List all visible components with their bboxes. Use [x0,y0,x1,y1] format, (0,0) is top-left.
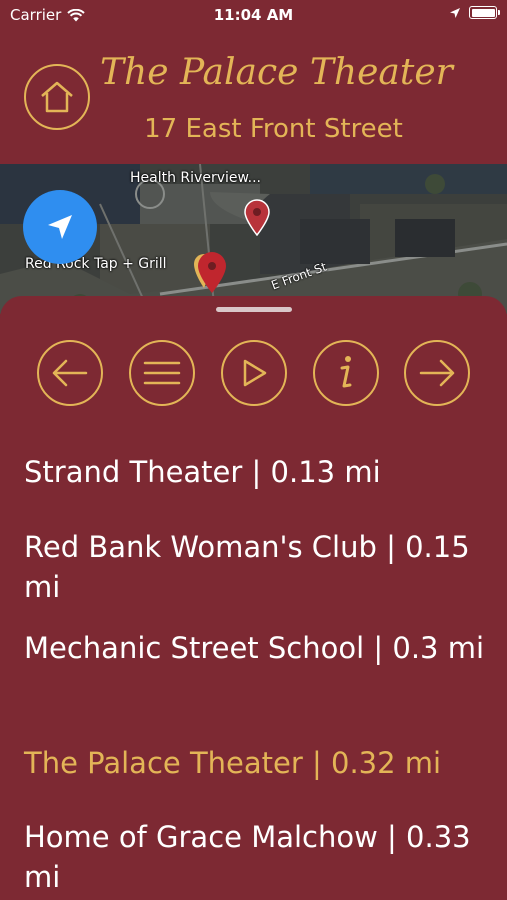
arrow-left-icon [52,359,88,387]
bottom-sheet: Strand Theater | 0.13 mi Red Bank Woman'… [0,296,507,900]
sheet-grabber[interactable] [216,307,292,312]
page-subtitle: 17 East Front Street [144,114,403,144]
play-icon [243,359,267,387]
map-pin-icon[interactable] [243,198,271,236]
locate-button[interactable] [23,190,97,264]
home-icon [41,81,73,113]
list-item-active[interactable]: The Palace Theater | 0.32 mi [24,743,494,783]
next-button[interactable] [404,340,470,406]
status-bar: Carrier 11:04 AM [0,0,507,30]
map-view[interactable]: Health Riverview... Red Rock Tap + Grill… [0,164,507,314]
play-button[interactable] [221,340,287,406]
map-pin-icon[interactable] [192,248,226,294]
list-item[interactable]: Strand Theater | 0.13 mi [24,452,494,492]
navigation-arrow-icon [48,215,72,239]
previous-button[interactable] [37,340,103,406]
list-button[interactable] [129,340,195,406]
player-controls [0,340,507,406]
map-label: Health Riverview... [130,170,261,186]
location-arrow-icon [450,7,460,18]
home-button[interactable] [24,64,90,130]
header: The Palace Theater 17 East Front Street [0,30,507,164]
list-item[interactable]: Red Bank Woman's Club | 0.15 mi [24,527,494,607]
arrow-right-icon [419,359,455,387]
info-icon [340,356,352,388]
list-item[interactable]: Mechanic Street School | 0.3 mi [24,628,494,668]
status-right [449,6,500,19]
status-time: 11:04 AM [213,6,294,24]
page-title: The Palace Theater [100,52,453,93]
battery-icon [469,6,500,19]
info-button[interactable] [313,340,379,406]
list-item[interactable]: Home of Grace Malchow | 0.33 mi [24,817,494,897]
menu-icon [143,361,181,385]
